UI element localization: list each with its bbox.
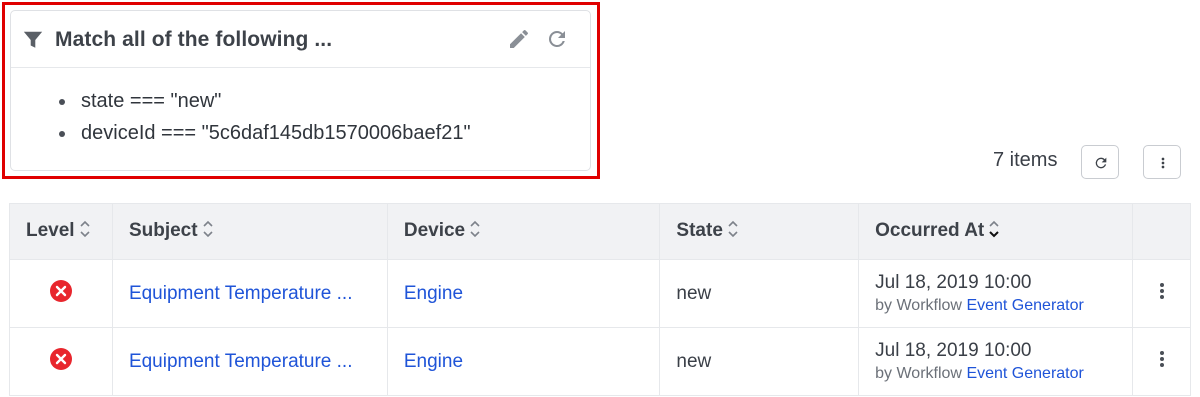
column-header-label: Device <box>403 220 466 242</box>
occurred-by-prefix: by Workflow <box>875 296 962 314</box>
occurred-at-cell: Jul 18, 2019 10:00 by Workflow Event Gen… <box>858 327 1134 396</box>
column-header-actions <box>1132 203 1191 260</box>
column-header-state[interactable]: State <box>659 203 860 260</box>
row-actions-cell <box>1132 259 1191 328</box>
column-header-device[interactable]: Device <box>386 203 661 260</box>
device-link[interactable]: Engine <box>404 283 463 304</box>
filter-card: Match all of the following ... state ===… <box>10 10 591 171</box>
sort-desc-icon <box>989 221 999 238</box>
level-cell <box>9 327 113 396</box>
filter-condition: state === "new" <box>55 85 471 117</box>
column-header-level[interactable]: Level <box>9 203 113 260</box>
column-header-label: Subject <box>128 220 198 242</box>
occurred-at-date: Jul 18, 2019 10:00 <box>875 339 1032 361</box>
occurred-by-prefix: by Workflow <box>875 364 962 382</box>
column-header-label: State <box>676 220 723 242</box>
device-cell: Engine <box>386 327 661 396</box>
error-icon <box>49 279 72 302</box>
subject-cell: Equipment Temperature ... <box>111 327 388 396</box>
sort-icon <box>470 221 480 238</box>
filter-conditions: state === "new" deviceId === "5c6daf145d… <box>55 85 471 149</box>
error-icon <box>49 347 72 370</box>
sort-icon <box>728 221 738 238</box>
level-cell <box>9 259 113 328</box>
column-header-occurred-at[interactable]: Occurred At <box>858 203 1134 260</box>
occurred-at-date: Jul 18, 2019 10:00 <box>875 271 1032 293</box>
row-actions-cell <box>1132 327 1191 396</box>
device-link[interactable]: Engine <box>404 351 463 372</box>
subject-link[interactable]: Equipment Temperature ... <box>129 283 353 304</box>
column-header-label: Occurred At <box>875 220 985 242</box>
state-cell: new <box>659 327 860 396</box>
filter-card-header: Match all of the following ... <box>11 11 590 68</box>
occurred-by: by Workflow Event Generator <box>875 363 1132 385</box>
column-header-label: Level <box>26 220 75 242</box>
table-row[interactable]: Equipment Temperature ... Engine new Jul… <box>9 259 1191 328</box>
pencil-icon[interactable] <box>507 27 531 51</box>
table-row[interactable]: Equipment Temperature ... Engine new Jul… <box>9 327 1191 396</box>
workflow-link[interactable]: Event Generator <box>966 365 1083 382</box>
refresh-icon <box>1095 157 1107 169</box>
sort-icon <box>80 221 90 238</box>
column-header-subject[interactable]: Subject <box>111 203 388 260</box>
sort-icon <box>202 221 213 238</box>
items-count: 7 items <box>993 149 1058 171</box>
kebab-icon[interactable] <box>1150 279 1174 303</box>
state-cell: new <box>659 259 860 328</box>
refresh-table-button[interactable] <box>1081 145 1119 179</box>
subject-cell: Equipment Temperature ... <box>111 259 388 328</box>
kebab-icon[interactable] <box>1150 347 1174 371</box>
subject-link[interactable]: Equipment Temperature ... <box>129 351 353 372</box>
filter-condition: deviceId === "5c6daf145db1570006baef21" <box>55 117 471 149</box>
table-header-row: Level Subject Device State Occurred At <box>9 203 1191 260</box>
kebab-icon <box>1161 157 1165 169</box>
filter-icon <box>23 31 43 48</box>
more-options-button[interactable] <box>1143 145 1181 179</box>
occurred-at-cell: Jul 18, 2019 10:00 by Workflow Event Gen… <box>858 259 1134 328</box>
filter-title: Match all of the following ... <box>55 28 333 51</box>
refresh-icon[interactable] <box>545 27 569 51</box>
workflow-link[interactable]: Event Generator <box>966 297 1083 314</box>
occurred-by: by Workflow Event Generator <box>875 295 1132 317</box>
device-cell: Engine <box>386 259 661 328</box>
events-table: Level Subject Device State Occurred At E… <box>9 203 1191 396</box>
